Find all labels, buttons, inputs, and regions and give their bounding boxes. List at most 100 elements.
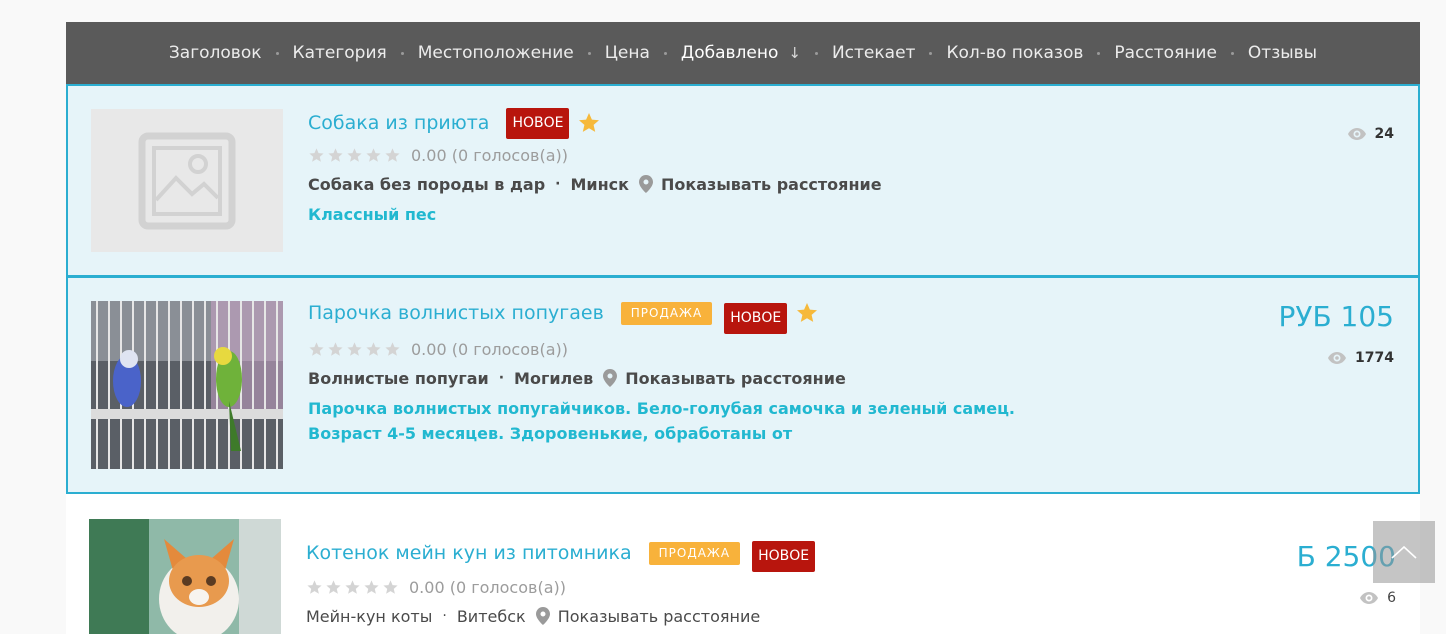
pin-icon bbox=[603, 369, 618, 387]
star-icon[interactable] bbox=[306, 579, 323, 596]
listing-location[interactable]: Витебск bbox=[457, 607, 526, 626]
view-count: 1774 bbox=[1328, 350, 1394, 366]
star-icon[interactable] bbox=[365, 147, 382, 164]
parrots-photo bbox=[91, 301, 283, 469]
listing-meta: Собака без породы в дар · Минск Показыва… bbox=[308, 170, 882, 198]
star-icon[interactable] bbox=[384, 341, 401, 358]
star-icon[interactable] bbox=[795, 301, 819, 325]
star-icon[interactable] bbox=[577, 111, 601, 135]
listing-item[interactable]: Котенок мейн кун из питомника ПРОДАЖА НО… bbox=[66, 494, 1420, 634]
star-icon[interactable] bbox=[346, 341, 363, 358]
listing-meta: Волнистые попугаи · Могилев Показывать р… bbox=[308, 364, 1015, 392]
show-distance-link[interactable]: Показывать расстояние bbox=[558, 607, 761, 626]
eye-icon bbox=[1328, 352, 1347, 364]
sort-separator bbox=[814, 51, 818, 55]
listing-category[interactable]: Мейн-кун коты bbox=[306, 607, 432, 626]
listing-info: Парочка волнистых попугаев ПРОДАЖА НОВОЕ… bbox=[308, 296, 1015, 446]
pin-icon bbox=[535, 607, 550, 625]
sort-title[interactable]: Заголовок bbox=[169, 43, 262, 63]
show-distance-link[interactable]: Показывать расстояние bbox=[661, 175, 882, 194]
sort-price[interactable]: Цена bbox=[605, 43, 650, 63]
sort-separator bbox=[587, 51, 591, 55]
sort-views-label: Кол-во показов bbox=[946, 43, 1084, 63]
listing-category[interactable]: Собака без породы в дар bbox=[308, 175, 545, 194]
description-line: Возраст 4-5 месяцев. Здоровенькие, обраб… bbox=[308, 424, 793, 443]
view-count: 24 bbox=[1347, 126, 1394, 142]
listing-thumbnail[interactable] bbox=[91, 109, 283, 252]
new-badge: НОВОЕ bbox=[506, 107, 570, 139]
sort-location-label: Местоположение bbox=[417, 43, 574, 63]
listing-title-row: Котенок мейн кун из питомника ПРОДАЖА НО… bbox=[306, 536, 821, 572]
sale-badge: ПРОДАЖА bbox=[648, 541, 741, 565]
eye-icon bbox=[1347, 128, 1366, 140]
meta-separator: · bbox=[442, 608, 447, 624]
listing-item[interactable]: Парочка волнистых попугаев ПРОДАЖА НОВОЕ… bbox=[66, 276, 1420, 494]
sort-added-label: Добавлено bbox=[680, 43, 779, 63]
sort-views[interactable]: Кол-во показов bbox=[946, 43, 1083, 63]
rating-text: 0.00 (0 голосов(а)) bbox=[411, 339, 568, 359]
listing-category[interactable]: Волнистые попугаи bbox=[308, 369, 489, 388]
listing-thumbnail[interactable] bbox=[91, 301, 283, 469]
star-icon[interactable] bbox=[365, 341, 382, 358]
view-count-value: 6 bbox=[1387, 590, 1396, 606]
listing-title[interactable]: Парочка волнистых попугаев bbox=[308, 302, 604, 324]
rating-text: 0.00 (0 голосов(а)) bbox=[411, 145, 568, 165]
listing-title[interactable]: Котенок мейн кун из питомника bbox=[306, 542, 632, 564]
listing-price: РУБ 105 bbox=[1278, 300, 1395, 333]
sort-separator bbox=[400, 51, 404, 55]
listing-title-row: Собака из приюта НОВОЕ bbox=[308, 106, 882, 140]
rating-row: 0.00 (0 голосов(а)) bbox=[308, 334, 1015, 364]
star-icon[interactable] bbox=[325, 579, 342, 596]
sort-bar: Заголовок Категория Местоположение Цена … bbox=[66, 22, 1420, 84]
meta-separator: · bbox=[498, 370, 505, 386]
view-count-value: 24 bbox=[1374, 126, 1394, 142]
star-icon[interactable] bbox=[382, 579, 399, 596]
sale-badge: ПРОДАЖА bbox=[620, 301, 713, 325]
rating-row: 0.00 (0 голосов(а)) bbox=[306, 572, 821, 602]
sort-separator bbox=[929, 51, 933, 55]
listing-info: Собака из приюта НОВОЕ 0.00 (0 голосов(а… bbox=[308, 106, 882, 227]
kitten-photo bbox=[89, 519, 281, 634]
description-line: Парочка волнистых попугайчиков. Бело-гол… bbox=[308, 399, 1016, 418]
view-count: 6 bbox=[1360, 590, 1396, 606]
meta-separator: · bbox=[555, 176, 561, 192]
listings-container: Заголовок Категория Местоположение Цена … bbox=[66, 22, 1420, 634]
sort-category-label: Категория bbox=[292, 43, 387, 63]
star-icon[interactable] bbox=[327, 147, 344, 164]
sort-price-label: Цена bbox=[604, 43, 650, 63]
scroll-to-top-button[interactable] bbox=[1373, 521, 1435, 583]
new-badge: НОВОЕ bbox=[724, 302, 788, 334]
sort-reviews-label: Отзывы bbox=[1247, 43, 1318, 63]
sort-expires-label: Истекает bbox=[831, 43, 916, 63]
sort-category[interactable]: Категория bbox=[293, 43, 387, 63]
star-icon[interactable] bbox=[384, 147, 401, 164]
star-icon[interactable] bbox=[363, 579, 380, 596]
sort-separator bbox=[1097, 51, 1101, 55]
new-badge: НОВОЕ bbox=[752, 540, 816, 572]
listing-thumbnail[interactable] bbox=[89, 519, 281, 634]
rating-stars[interactable] bbox=[308, 147, 403, 164]
star-icon[interactable] bbox=[327, 341, 344, 358]
star-icon[interactable] bbox=[308, 341, 325, 358]
listing-item[interactable]: Собака из приюта НОВОЕ 0.00 (0 голосов(а… bbox=[66, 84, 1420, 277]
sort-distance-label: Расстояние bbox=[1114, 43, 1217, 63]
sort-separator bbox=[663, 51, 667, 55]
show-distance-link[interactable]: Показывать расстояние bbox=[625, 369, 846, 388]
listing-title[interactable]: Собака из приюта bbox=[308, 112, 489, 134]
rating-stars[interactable] bbox=[306, 579, 401, 596]
sort-separator bbox=[275, 51, 279, 55]
star-icon[interactable] bbox=[344, 579, 361, 596]
sort-added[interactable]: Добавлено ↓ bbox=[681, 43, 801, 63]
image-placeholder-icon bbox=[138, 132, 236, 229]
rating-stars[interactable] bbox=[308, 341, 403, 358]
listing-info: Котенок мейн кун из питомника ПРОДАЖА НО… bbox=[306, 536, 821, 630]
star-icon[interactable] bbox=[346, 147, 363, 164]
sort-reviews[interactable]: Отзывы bbox=[1248, 43, 1317, 63]
sort-location[interactable]: Местоположение bbox=[418, 43, 574, 63]
sort-expires[interactable]: Истекает bbox=[832, 43, 915, 63]
star-icon[interactable] bbox=[308, 147, 325, 164]
listing-location[interactable]: Минск bbox=[570, 175, 629, 194]
listing-location[interactable]: Могилев bbox=[514, 369, 593, 388]
sort-separator bbox=[1230, 51, 1234, 55]
sort-distance[interactable]: Расстояние bbox=[1114, 43, 1217, 63]
